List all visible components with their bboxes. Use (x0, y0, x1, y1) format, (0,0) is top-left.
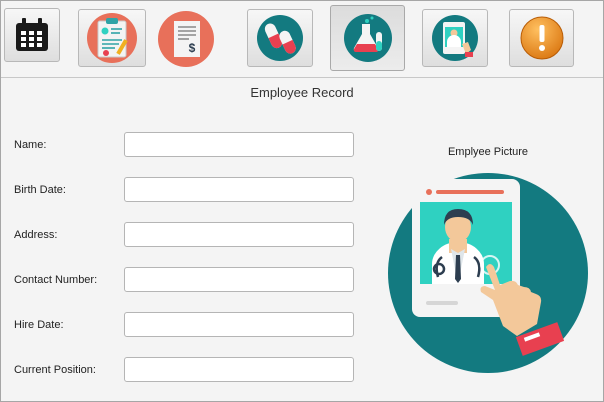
employee-button[interactable] (422, 9, 488, 67)
doctor-tablet-icon (432, 15, 478, 61)
svg-text:$: $ (189, 41, 196, 55)
current-position-label: Current Position: (14, 364, 96, 376)
address-field[interactable] (124, 222, 354, 247)
page-title: Employee Record (250, 85, 354, 100)
name-field[interactable] (124, 132, 354, 157)
toolbar: $ (1, 1, 603, 78)
alert-button[interactable] (509, 9, 574, 67)
invoice-dollar-icon: $ (158, 11, 214, 67)
address-label: Address: (14, 229, 58, 241)
exclamation-icon (520, 16, 563, 60)
hire-date-field[interactable] (124, 312, 354, 337)
medical-report-button[interactable] (78, 9, 146, 67)
calendar-icon (16, 18, 48, 51)
contact-number-label: Contact Number: (14, 274, 98, 286)
clipboard-report-icon (87, 13, 137, 63)
current-position-field[interactable] (124, 357, 354, 382)
employee-picture[interactable] (386, 169, 590, 380)
birth-date-field[interactable] (124, 177, 354, 202)
hire-date-label: Hire Date: (14, 319, 64, 331)
calendar-button[interactable] (4, 8, 60, 62)
name-label: Name: (14, 139, 47, 151)
lab-flasks-icon (343, 14, 392, 62)
employee-picture-label: Emplyee Picture (447, 146, 529, 158)
doctor-tablet-illustration (388, 173, 588, 373)
pills-icon (257, 15, 303, 61)
laboratory-button[interactable] (330, 5, 405, 71)
pharmacy-button[interactable] (247, 9, 313, 67)
app-window: $ Employee Record Name: Birth Date: Addr… (0, 0, 604, 402)
billing-button[interactable]: $ (154, 9, 218, 69)
birth-date-label: Birth Date: (14, 184, 66, 196)
contact-number-field[interactable] (124, 267, 354, 292)
